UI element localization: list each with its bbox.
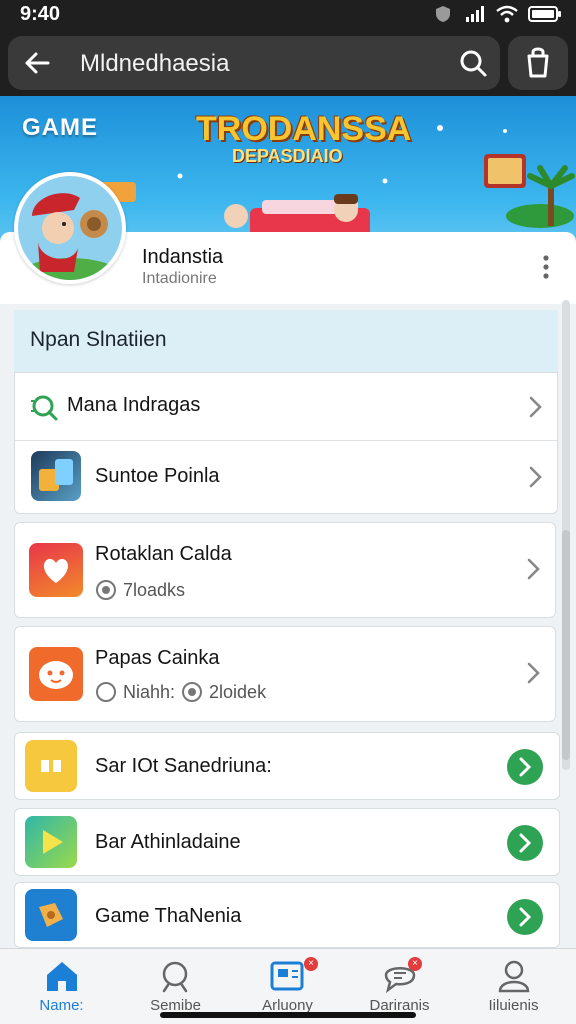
tab-label: Iiluienis	[488, 997, 539, 1014]
status-bar: 9:40	[0, 0, 576, 30]
avatar[interactable]	[14, 172, 126, 284]
pause-app-icon	[25, 740, 77, 792]
card-title: Rotaklan Calda	[95, 543, 232, 565]
list-item-label: Game ThaNenia	[95, 905, 242, 927]
list-item[interactable]: Sar IOt Sanedriuna:	[14, 732, 560, 800]
list-item[interactable]: Bar Athinladaine	[14, 808, 560, 876]
list-item-label: Suntoe Poinla	[95, 465, 220, 487]
list-item[interactable]: Game ThaNenia	[14, 882, 560, 948]
scrollbar-thumb[interactable]	[562, 530, 570, 760]
card-meta-value: 2loidek	[209, 681, 267, 702]
home-icon	[47, 962, 77, 991]
tab-home[interactable]: Name:	[4, 949, 119, 1024]
banner-title: TRODANSSA	[196, 110, 412, 148]
chevron-right-icon	[519, 757, 532, 777]
game-app-icon	[31, 451, 81, 501]
search-icon[interactable]	[458, 48, 488, 78]
chevron-right-icon	[527, 558, 540, 580]
list-item[interactable]: Mana Indragas	[15, 373, 557, 441]
notification-badge: ×	[304, 957, 318, 971]
app-card[interactable]: Rotaklan Calda 7loadks	[14, 522, 556, 618]
list-item-label: Bar Athinladaine	[95, 831, 241, 853]
banner-subtitle: DEPASDIAIO	[232, 146, 343, 166]
circle-icon	[96, 682, 116, 702]
puzzle-app-icon	[25, 889, 77, 941]
section-header: Npan Slnatiien	[14, 310, 558, 372]
profile-icon	[498, 960, 530, 993]
search-bar[interactable]: Mldnedhaesia	[8, 36, 500, 90]
chevron-right-icon	[529, 466, 542, 488]
chevron-right-icon	[527, 662, 540, 684]
go-button[interactable]	[507, 899, 543, 935]
banner-game-label: GAME	[22, 114, 98, 141]
go-button[interactable]	[507, 825, 543, 861]
card-meta: Niahh: 2loidek	[95, 681, 266, 703]
card-meta-value: 7loadks	[123, 579, 186, 600]
back-arrow-icon[interactable]	[22, 48, 52, 78]
list-item-label: Sar IOt Sanedriuna:	[95, 755, 272, 777]
chevron-right-icon	[529, 396, 542, 418]
app-card[interactable]: Papas Cainka Niahh: 2loidek	[14, 626, 556, 722]
face-app-icon	[29, 647, 83, 701]
card-meta-value: Niahh:	[123, 681, 176, 702]
tab-label: Name:	[39, 997, 84, 1014]
profile-name: Indanstia	[142, 246, 224, 268]
battery-icon	[528, 6, 561, 22]
bag-button[interactable]	[508, 36, 568, 90]
top-bar: Mldnedhaesia	[0, 30, 576, 96]
card-title: Papas Cainka	[95, 647, 220, 669]
tab-profile[interactable]: Iiluienis	[456, 949, 571, 1024]
more-options-icon[interactable]	[536, 252, 556, 282]
card-meta: 7loadks	[95, 579, 185, 601]
menu-group: Mana Indragas Suntoe Poinla	[14, 372, 558, 514]
profile-subtitle: Intadionire	[142, 270, 217, 287]
play-app-icon	[25, 816, 77, 868]
app-title: Mldnedhaesia	[80, 50, 230, 77]
notification-badge: ×	[408, 957, 422, 971]
chevron-right-icon	[519, 907, 532, 927]
list-item[interactable]: Suntoe Poinla	[15, 441, 557, 513]
search-icon	[162, 961, 188, 993]
download-count-icon	[182, 682, 203, 702]
avatar-character-image	[18, 176, 122, 280]
wifi-icon	[496, 5, 518, 23]
go-button[interactable]	[507, 749, 543, 785]
chevron-right-icon	[519, 833, 532, 853]
list-item-label: Mana Indragas	[67, 394, 201, 416]
status-time: 9:40	[20, 3, 61, 25]
activity-icon	[270, 961, 304, 991]
download-count-icon	[96, 580, 116, 600]
signal-icon	[466, 6, 484, 22]
status-icons	[432, 5, 562, 23]
shopping-bag-icon	[527, 47, 549, 78]
heart-app-icon	[29, 543, 83, 597]
home-indicator[interactable]	[160, 1012, 416, 1018]
scrollbar[interactable]	[562, 300, 570, 770]
main-content: Npan Slnatiien Mana Indragas Suntoe Poin…	[0, 304, 576, 948]
shield-icon	[436, 6, 450, 22]
section-title: Npan Slnatiien	[30, 328, 167, 351]
search-icon	[31, 395, 58, 421]
